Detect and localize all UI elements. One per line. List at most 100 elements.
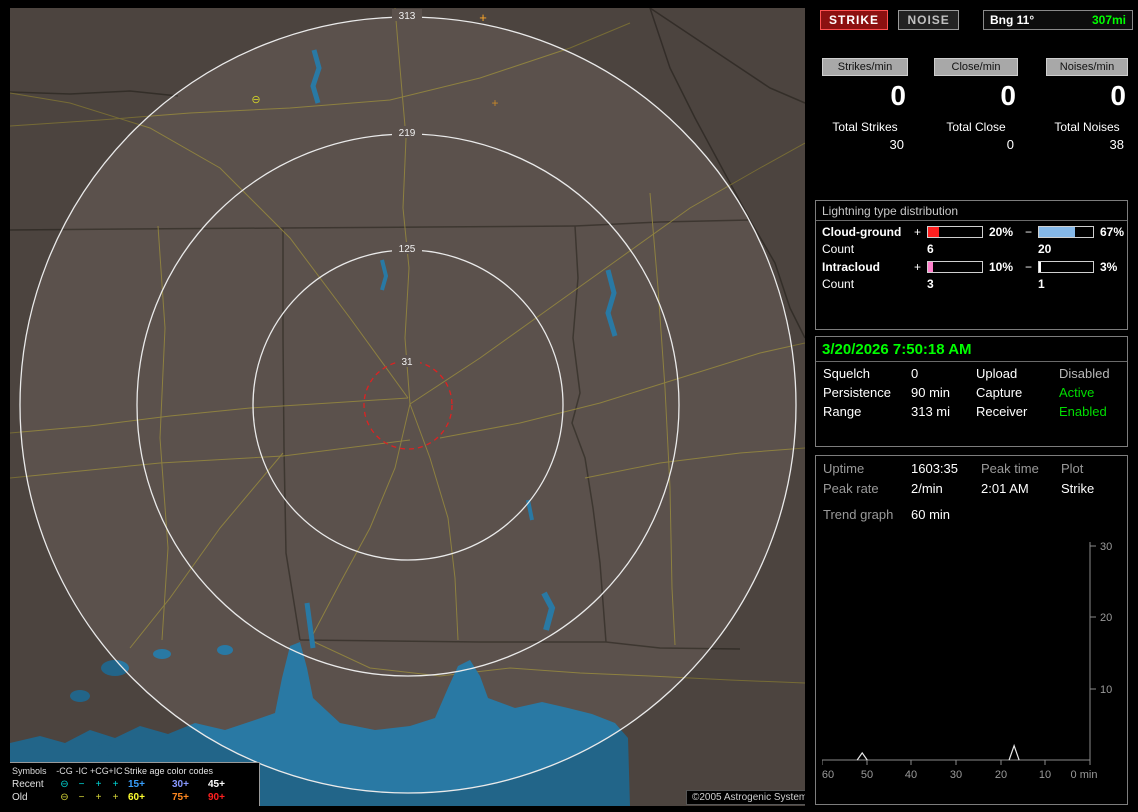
upload-value: Disabled [1059, 366, 1110, 381]
stats-row-1: Uptime 1603:35 Peak time Plot [816, 456, 1127, 476]
status-row: Persistence 90 min Capture Active [816, 381, 1127, 400]
plot-label: Plot [1061, 461, 1084, 476]
cg-positive-bar-fill [928, 227, 939, 237]
plot-value: Strike [1061, 481, 1095, 496]
timestamp: 3/20/2026 7:50:18 AM [816, 337, 1127, 362]
nexstorm-window: 313 219 125 31 + + ⊖ Symbols -CG -IC +CG +… [0, 0, 1138, 812]
uptime-label: Uptime [823, 461, 865, 476]
legend-old-label: Old [12, 792, 28, 803]
cg-positive-bar [927, 226, 983, 238]
trend-graph: 30 20 10 60 50 40 30 20 10 0 min [821, 532, 1124, 794]
capture-label: Capture [976, 385, 1023, 400]
legend-col-neg-cg: -CG [56, 766, 73, 776]
cg-negative-bar [1038, 226, 1094, 238]
x-tick-0min: 0 min [1071, 769, 1098, 781]
trend-row: Trend graph 60 min [816, 502, 1127, 522]
ic-negative-pct: 3% [1100, 260, 1118, 274]
range-value: 313 mi [911, 404, 951, 419]
map-legend: Symbols -CG -IC +CG +IC Strike age color… [10, 762, 260, 806]
noises-per-min-value: 0 [1110, 80, 1126, 111]
status-panel: 3/20/2026 7:50:18 AM Squelch 0 Upload Di… [815, 336, 1128, 447]
close-per-min-value: 0 [1000, 80, 1016, 111]
y-tick-10: 10 [1100, 684, 1112, 696]
receiver-value: Enabled [1059, 404, 1107, 419]
cg-count-label: Count [822, 242, 855, 256]
status-row: Range 313 mi Receiver Enabled [816, 400, 1127, 419]
age-code-90: 90+ [208, 792, 225, 803]
trend-axes [821, 542, 1096, 765]
legend-col-pos-ic: +IC [108, 766, 123, 776]
legend-old-row: Old ⊖ − + + 60+ 75+ 90+ [12, 791, 256, 804]
x-tick-60: 60 [822, 769, 834, 781]
minus-sign: − [1025, 260, 1033, 274]
bearing-value: Bng 11° [990, 13, 1035, 27]
mode-row: STRIKE NOISE Bng 11° 307mi [820, 10, 1133, 32]
strikes-per-min-chip[interactable]: Strikes/min [822, 58, 908, 76]
legend-header-row: Symbols -CG -IC +CG +IC Strike age color… [12, 765, 256, 778]
persistence-label: Persistence [823, 385, 891, 400]
y-tick-20: 20 [1100, 612, 1112, 624]
x-tick-40: 40 [905, 769, 917, 781]
cg-positive-pct: 20% [989, 225, 1014, 239]
x-tick-30: 30 [950, 769, 962, 781]
lightning-map[interactable]: 313 219 125 31 + + ⊖ Symbols -CG -IC +CG +… [10, 8, 805, 806]
total-noises-value: 38 [1109, 137, 1124, 152]
ic-positive-bar [927, 261, 983, 273]
uptime-value: 1603:35 [911, 461, 958, 476]
map-svg: 313 219 125 31 + + ⊖ [10, 8, 805, 806]
sidebar: STRIKE NOISE Bng 11° 307mi Strikes/min 0… [815, 0, 1138, 812]
ring-label-125: 125 [399, 244, 416, 255]
legend-col-neg-ic: -IC [75, 766, 88, 776]
total-close-value: 0 [1006, 137, 1014, 152]
ic-negative-count: 1 [1038, 277, 1045, 291]
close-per-min-chip[interactable]: Close/min [934, 58, 1018, 76]
intracloud-row: Intracloud + 10% − 3% [816, 256, 1127, 274]
cloud-ground-count-row: Count 6 20 [816, 239, 1127, 256]
strikes-per-min-value: 0 [890, 80, 906, 111]
noises-counter: Noises/min 0 Total Noises 38 [1046, 58, 1128, 152]
strike-mode-button[interactable]: STRIKE [820, 10, 889, 30]
bearing-readout: Bng 11° 307mi [983, 10, 1133, 30]
y-tick-30: 30 [1100, 541, 1112, 553]
copyright-label: ©2005 Astrogenic Systems [686, 790, 805, 805]
trend-graph-svg: 30 20 10 60 50 40 30 20 10 0 min [821, 541, 1112, 781]
total-close-label: Total Close [946, 120, 1006, 134]
cg-negative-count: 20 [1038, 242, 1052, 256]
plus-sign: + [914, 260, 922, 274]
old-neg-cg-symbol: ⊖ [60, 792, 69, 803]
x-tick-50: 50 [861, 769, 873, 781]
strike-marker: ⊖ [251, 94, 260, 106]
close-counter: Close/min 0 Total Close 0 [934, 58, 1018, 152]
cg-positive-count: 6 [927, 242, 934, 256]
strikes-counter: Strikes/min 0 Total Strikes 30 [822, 58, 908, 152]
trend-graph-label: Trend graph [823, 507, 894, 522]
recent-neg-cg-symbol: ⊖ [60, 779, 69, 790]
legend-recent-row: Recent ⊖ − + + 15+ 30+ 45+ [12, 778, 256, 791]
minus-sign: − [1025, 225, 1033, 239]
trend-spike [1008, 743, 1020, 761]
old-neg-ic-symbol: − [78, 792, 85, 803]
persistence-value: 90 min [911, 385, 951, 400]
ic-count-label: Count [822, 277, 855, 291]
peak-time-value: 2:01 AM [981, 481, 1029, 496]
plus-sign: + [914, 225, 922, 239]
upload-label: Upload [976, 366, 1018, 381]
old-pos-cg-symbol: + [95, 792, 102, 803]
legend-age-title: Strike age color codes [124, 766, 214, 776]
age-code-45: 45+ [208, 779, 225, 790]
noises-per-min-chip[interactable]: Noises/min [1046, 58, 1128, 76]
ring-label-219: 219 [399, 128, 416, 139]
ring-label-313: 313 [399, 11, 416, 22]
cg-negative-pct: 67% [1100, 225, 1125, 239]
capture-value: Active [1059, 385, 1095, 400]
age-code-60: 60+ [128, 792, 145, 803]
distribution-panel: Lightning type distribution Cloud-ground… [815, 200, 1128, 330]
noise-mode-button[interactable]: NOISE [898, 10, 959, 30]
intracloud-label: Intracloud [822, 260, 881, 274]
rate-counters: Strikes/min 0 Total Strikes 30 Close/min… [820, 58, 1133, 176]
distribution-title: Lightning type distribution [816, 201, 1127, 221]
intracloud-count-row: Count 3 1 [816, 274, 1127, 291]
strike-marker: + [479, 10, 487, 25]
legend-col-pos-cg: +CG [90, 766, 109, 776]
ic-positive-pct: 10% [989, 260, 1014, 274]
